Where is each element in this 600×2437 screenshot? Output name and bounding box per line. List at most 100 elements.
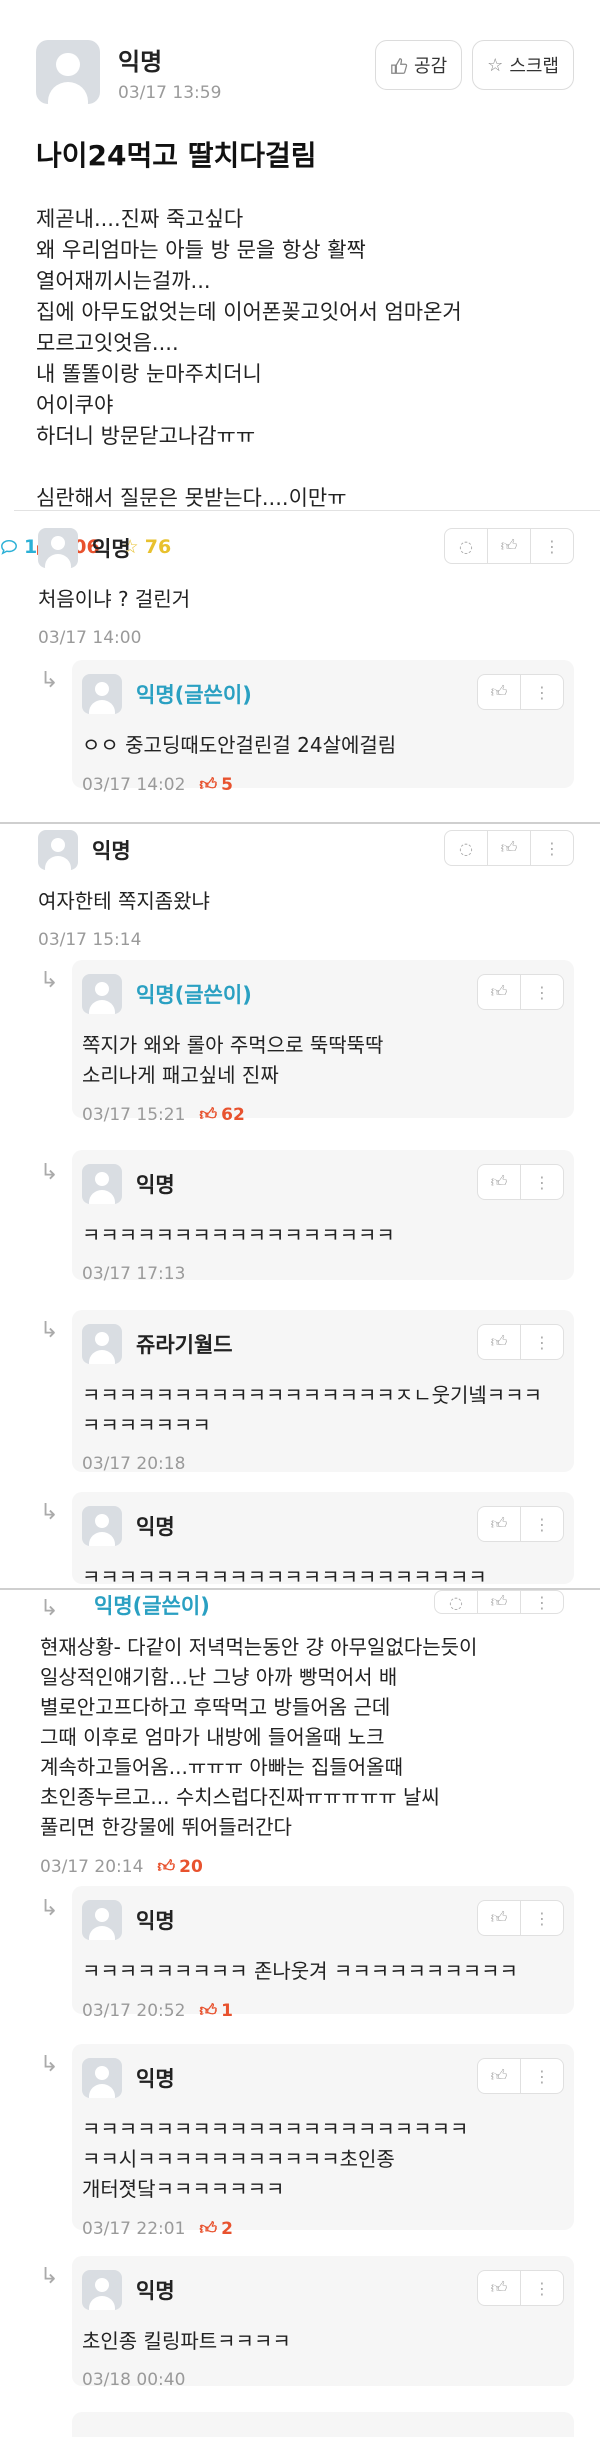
more-vertical-icon: ⋮	[544, 838, 560, 858]
more-button[interactable]: ⋮	[520, 1506, 564, 1542]
scrap-label: 스크랩	[509, 56, 559, 77]
like-button[interactable]: 👍︎	[477, 1164, 521, 1200]
like-button[interactable]: 👍︎	[487, 830, 531, 866]
comment-date: 03/17 20:52	[82, 2000, 186, 2021]
more-vertical-icon: ⋮	[544, 536, 560, 556]
more-button[interactable]: ⋮	[530, 830, 574, 866]
thumbs-up-icon: 👍︎	[199, 2219, 218, 2239]
more-button[interactable]: ⋮	[530, 528, 574, 564]
like-value: 62	[221, 1104, 245, 1125]
comment-actions: 👍︎ ⋮	[477, 2058, 564, 2094]
comment-footer: 03/17 20:52 👍︎ 1	[82, 2000, 564, 2022]
comment-actions: 👍︎ ⋮	[477, 1506, 564, 1542]
like-button[interactable]: 👍︎	[477, 2058, 521, 2094]
reply-arrow-icon: ↳	[40, 968, 59, 993]
more-button[interactable]: ⋮	[520, 2058, 564, 2094]
like-button[interactable]: 👍︎	[477, 1590, 521, 1614]
more-button[interactable]: ⋮	[520, 974, 564, 1010]
speech-bubble-icon: ◌	[459, 536, 473, 556]
more-vertical-icon: ⋮	[534, 682, 550, 702]
comment-date: 03/17 22:01	[82, 2218, 186, 2239]
reply-arrow-icon: ↳	[40, 2052, 59, 2077]
comment-like-count: 👍︎ 1	[199, 2000, 233, 2022]
like-button[interactable]: 👍︎	[477, 1506, 521, 1542]
comment-footer: 03/17 20:18	[82, 1454, 564, 1474]
avatar	[82, 974, 122, 1014]
scrap-button[interactable]: ☆ 스크랩	[472, 40, 574, 90]
comment-like-count: 👍︎ 62	[199, 1104, 245, 1126]
avatar	[82, 2058, 122, 2098]
avatar	[38, 830, 78, 870]
reply: 익명(글쓴이) 👍︎ ⋮ 쪽지가 왜와 롤아 주먹으로 뚝딱뚝딱 소리나게 패고…	[72, 960, 574, 1125]
divider	[14, 510, 600, 511]
reply-button[interactable]: ◌	[444, 830, 488, 866]
comment-text: ㅋㅋㅋㅋㅋㅋㅋㅋㅋㅋㅋㅋㅋㅋㅋㅋㅋㅋㅋㅋㅋ ㅋㅋ시ㅋㅋㅋㅋㅋㅋㅋㅋㅋㅋㅋ초인종 …	[82, 2117, 469, 2201]
comment-text: 초인종 킬링파트ㅋㅋㅋㅋ	[82, 2329, 291, 2353]
thumbs-up-icon: 👍︎	[157, 1857, 176, 1877]
comment-date: 03/17 20:14	[40, 1856, 144, 1877]
reply: 익명(글쓴이) 👍︎ ⋮ ㅇㅇ 중고딩때도안걸린걸 24살에걸림 03/17 1…	[72, 660, 574, 795]
reply: 쥬라기월드 👍︎ ⋮ ㅋㅋㅋㅋㅋㅋㅋㅋㅋㅋㅋㅋㅋㅋㅋㅋㅋㅈㄴ웃기넼ㅋㅋㅋ ㅋㅋㅋ…	[72, 1310, 574, 1474]
comment-inner: 익명(글쓴이) 👍︎ ⋮ 쪽지가 왜와 롤아 주먹으로 뚝딱뚝딱 소리나게 패고…	[82, 974, 564, 1125]
comment-author: 익명	[136, 2279, 175, 2303]
thumbs-up-icon: 👍︎	[199, 1105, 218, 1125]
reply-button[interactable]: ◌	[444, 528, 488, 564]
reply-arrow-icon: ↳	[40, 668, 59, 693]
more-vertical-icon: ⋮	[534, 1908, 550, 1928]
like-button[interactable]: 👍︎	[477, 1900, 521, 1936]
reply-arrow-icon: ↳	[40, 1160, 59, 1185]
empathize-button[interactable]: 공감	[375, 40, 463, 90]
comment-text: ㅋㅋㅋㅋㅋㅋㅋㅋㅋㅋㅋㅋㅋㅋㅋㅋㅋㅈㄴ웃기넼ㅋㅋㅋ ㅋㅋㅋㅋㅋㅋㅋ	[82, 1383, 542, 1437]
comment-actions: 👍︎ ⋮	[477, 1900, 564, 1936]
reply: 익명 👍︎ ⋮ ㅋㅋㅋㅋㅋㅋㅋㅋㅋㅋㅋㅋㅋㅋㅋㅋㅋㅋㅋㅋㅋ ㅋㅋ시ㅋㅋㅋㅋㅋㅋㅋ…	[72, 2044, 574, 2239]
comment-inner: 익명 ◌ 👍︎ ⋮ 여자한테 쪽지좀왔냐 03/17 15:14	[38, 830, 574, 950]
comment-author: 익명(글쓴이)	[94, 1594, 210, 1618]
comment-footer: 03/17 22:01 👍︎ 2	[82, 2218, 564, 2240]
like-value: 20	[179, 1856, 203, 1877]
thumbs-up-icon: 👍︎	[500, 536, 518, 555]
more-button[interactable]: ⋮	[520, 1900, 564, 1936]
more-button[interactable]: ⋮	[520, 1590, 564, 1614]
comment-actions: ◌ 👍︎ ⋮	[444, 528, 574, 564]
more-button[interactable]: ⋮	[520, 2270, 564, 2306]
more-vertical-icon: ⋮	[534, 2066, 550, 2086]
speech-bubble-icon: ◌	[449, 1592, 463, 1612]
comment-date: 03/17 15:14	[38, 930, 142, 950]
comment-inner: 익명 👍︎ ⋮ ㅋㅋㅋㅋㅋㅋㅋㅋㅋㅋㅋㅋㅋㅋㅋㅋㅋㅋㅋㅋㅋ ㅋㅋ시ㅋㅋㅋㅋㅋㅋㅋ…	[82, 2058, 564, 2239]
avatar	[82, 1900, 122, 1940]
comment-footer: 03/17 15:21 👍︎ 62	[82, 1104, 564, 1126]
like-value: 1	[221, 2000, 233, 2021]
speech-bubble-icon	[1, 539, 17, 555]
avatar	[82, 674, 122, 714]
like-button[interactable]: 👍︎	[477, 2270, 521, 2306]
comment-inner: 익명 ◌ 👍︎ ⋮ 처음이냐 ? 걸린거 03/17 14:00	[38, 528, 574, 648]
like-button[interactable]: 👍︎	[487, 528, 531, 564]
speech-bubble-icon: ◌	[459, 838, 473, 858]
more-vertical-icon: ⋮	[534, 1514, 550, 1534]
more-button[interactable]: ⋮	[520, 1324, 564, 1360]
empathize-label: 공감	[414, 56, 448, 77]
comment-inner: 익명 👍︎ ⋮ ㅋㅋㅋㅋㅋㅋㅋㅋㅋㅋㅋㅋㅋㅋㅋㅋㅋ 03/17 17:13	[82, 1164, 564, 1284]
comment-inner: 익명 👍︎ ⋮ ㅋㅋㅋㅋㅋㅋㅋㅋㅋ 존나웃겨 ㅋㅋㅋㅋㅋㅋㅋㅋㅋㅋ 03/17 …	[82, 1900, 564, 2021]
comment-actions: 👍︎ ⋮	[477, 2270, 564, 2306]
comment-like-count: 👍︎ 20	[157, 1856, 203, 1878]
more-button[interactable]: ⋮	[520, 1164, 564, 1200]
reply: 익명(글쓴이) ◌ 👍︎ ⋮ 현재상황- 다같이 저녁먹는동안 걍 아무일없다는…	[40, 1590, 574, 1877]
like-button[interactable]: 👍︎	[477, 674, 521, 710]
reply-arrow-icon: ↳	[40, 2264, 59, 2289]
comment-text: 쪽지가 왜와 롤아 주먹으로 뚝딱뚝딱 소리나게 패고싶네 진짜	[82, 1033, 384, 1087]
thumbs-up-icon: 👍︎	[490, 982, 508, 1001]
reply-button[interactable]: ◌	[434, 1590, 478, 1614]
thumbs-up-icon: 👍︎	[490, 1172, 508, 1191]
author-meta: 익명 03/17 13:59	[118, 42, 221, 103]
thumbs-up-icon: 👍︎	[490, 1514, 508, 1533]
reply: 익명 👍︎ ⋮ 초인종 킬링파트ㅋㅋㅋㅋ 03/18 00:40	[72, 2256, 574, 2390]
comment-date: 03/17 17:13	[82, 1264, 186, 1284]
like-button[interactable]: 👍︎	[477, 974, 521, 1010]
more-button[interactable]: ⋮	[520, 674, 564, 710]
author-avatar	[36, 40, 100, 104]
avatar	[82, 1164, 122, 1204]
like-button[interactable]: 👍︎	[477, 1324, 521, 1360]
reply-arrow-icon: ↳	[40, 1500, 59, 1525]
avatar	[38, 528, 78, 568]
